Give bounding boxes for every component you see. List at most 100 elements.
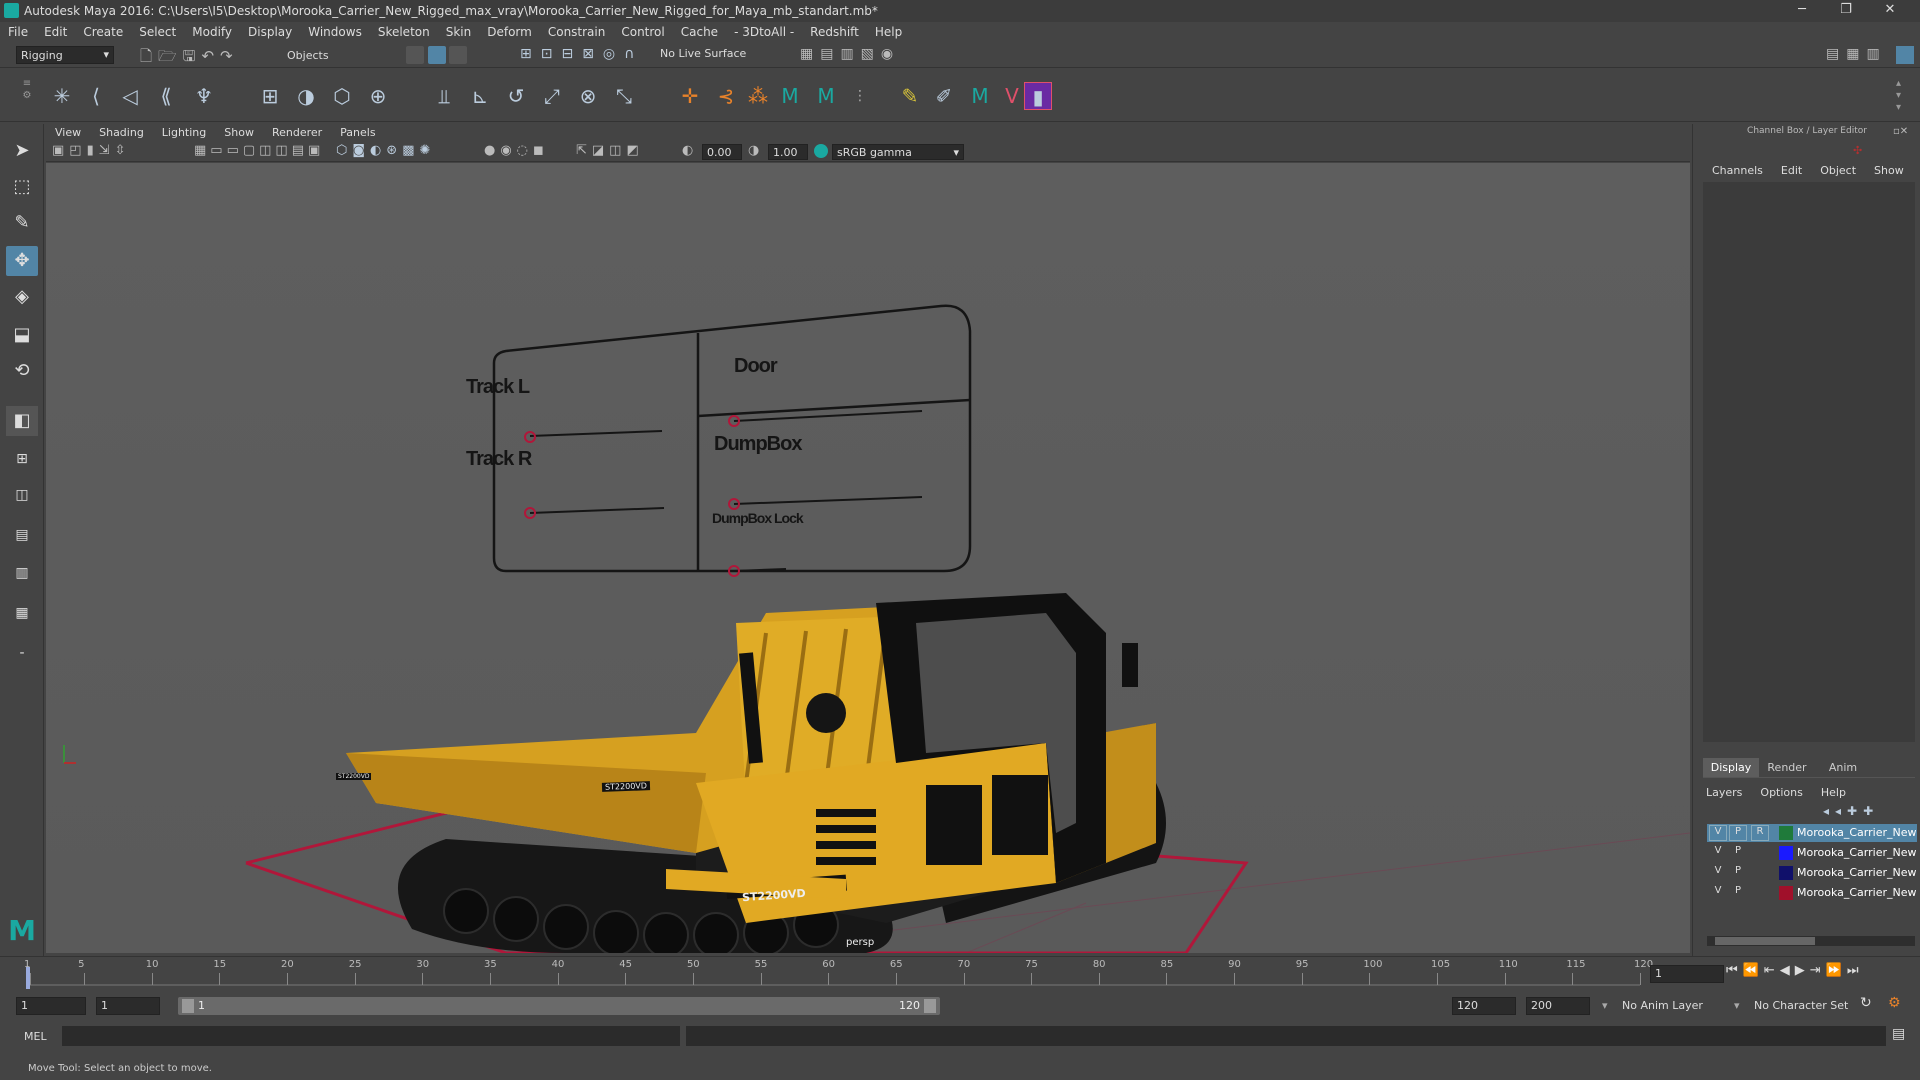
playback-start-field[interactable]: 1	[96, 997, 160, 1015]
playback-end-field[interactable]: 120	[1452, 997, 1516, 1015]
track-l-handle[interactable]	[524, 431, 536, 443]
layers-menu[interactable]: Layers	[1697, 786, 1751, 799]
menu-set-dropdown[interactable]: Rigging ▾	[16, 46, 114, 64]
menu-skeleton[interactable]: Skeleton	[370, 22, 438, 39]
layer-color-swatch[interactable]	[1779, 826, 1793, 840]
select-component-icon[interactable]	[449, 46, 467, 64]
panel-float-icon[interactable]: ▫✕	[1893, 126, 1908, 137]
constraint-orient-icon[interactable]: ↺	[502, 82, 530, 110]
panel-toggle-icons[interactable]: ▤▦▥	[1826, 46, 1887, 62]
menu-edit[interactable]: Edit	[36, 22, 75, 39]
sculpt-icon[interactable]: ✐	[930, 82, 958, 110]
menu-create[interactable]: Create	[75, 22, 131, 39]
range-slider[interactable]: 1 120	[178, 997, 940, 1015]
layout-two-icon[interactable]: ◫	[6, 480, 38, 510]
hik-icon[interactable]: ⁂	[744, 82, 772, 110]
layer-playback-toggle[interactable]: P	[1729, 845, 1747, 861]
panel-menu-lighting[interactable]: Lighting	[153, 124, 215, 139]
layer-reference-toggle[interactable]: R	[1751, 825, 1769, 841]
ik-fk-icon[interactable]: ⊰	[712, 82, 740, 110]
object-menu[interactable]: Object	[1811, 164, 1865, 177]
layer-name[interactable]: Morooka_Carrier_New	[1797, 886, 1917, 899]
tab-render[interactable]: Render	[1759, 758, 1815, 777]
current-frame-field[interactable]: 1	[1650, 965, 1724, 983]
command-input[interactable]	[62, 1026, 680, 1046]
paint-weights-icon[interactable]: ◑	[292, 82, 320, 110]
anim-start-field[interactable]: 1	[16, 997, 86, 1015]
constraint-scale-icon[interactable]: ⤢	[538, 82, 566, 110]
render-view-icon[interactable]: ▮	[1024, 82, 1052, 110]
shelf-options-icon[interactable]: ≡ ⚙	[20, 78, 34, 114]
layer-scroll-thumb[interactable]	[1715, 937, 1815, 945]
maya-icon-1[interactable]: M	[776, 82, 804, 110]
mel-label[interactable]: MEL	[24, 1030, 47, 1043]
color-management-icon[interactable]	[814, 144, 828, 158]
last-tool-icon[interactable]: ⟲	[6, 356, 38, 386]
close-button[interactable]: ✕	[1870, 2, 1910, 20]
layer-color-swatch[interactable]	[1779, 866, 1793, 880]
layer-visibility-toggle[interactable]: V	[1709, 885, 1727, 901]
menu-skin[interactable]: Skin	[438, 22, 480, 39]
constraint-parent-icon[interactable]: ⊗	[574, 82, 602, 110]
menu-select[interactable]: Select	[131, 22, 184, 39]
chevron-down-icon[interactable]: ▾	[1734, 999, 1740, 1012]
grid-display-icons[interactable]: ▦▭▭▢◫◫▤▣	[194, 143, 324, 158]
cluster-icon[interactable]: ⊕	[364, 82, 392, 110]
layer-row[interactable]: V P Morooka_Carrier_New	[1707, 864, 1917, 882]
menu-redshift[interactable]: Redshift	[802, 22, 867, 39]
selection-mode-dropdown[interactable]: Objects	[282, 46, 380, 64]
paint-select-icon[interactable]: ✎	[6, 208, 38, 238]
file-icons[interactable]: 🗋🗁🖫↶↷	[140, 46, 239, 71]
constraint-point-icon[interactable]: ⫫	[430, 82, 458, 110]
ik-spline-icon[interactable]: ◁	[116, 82, 144, 110]
menu-modify[interactable]: Modify	[184, 22, 240, 39]
menu-file[interactable]: File	[0, 22, 36, 39]
layout-four-icon[interactable]: ⊞	[6, 444, 38, 474]
rotate-tool-icon[interactable]: ◈	[6, 282, 38, 312]
layer-name[interactable]: Morooka_Carrier_New	[1797, 846, 1917, 859]
move-tool-icon[interactable]: ✥	[6, 246, 38, 276]
layout-single-icon[interactable]: ◧	[6, 406, 38, 436]
lighting-icons[interactable]: ●◉◌◼	[484, 143, 549, 158]
scale-tool-icon[interactable]: ⬓	[6, 320, 38, 350]
show-menu[interactable]: Show	[1865, 164, 1913, 177]
layer-scrollbar[interactable]	[1707, 936, 1915, 946]
tab-anim[interactable]: Anim	[1815, 758, 1871, 777]
range-end-handle[interactable]	[924, 999, 936, 1013]
isolate-icons[interactable]: ⇱◪◫◩	[576, 143, 644, 158]
layer-visibility-toggle[interactable]: V	[1709, 845, 1727, 861]
layer-row[interactable]: V P Morooka_Carrier_New	[1707, 844, 1917, 862]
layer-playback-toggle[interactable]: P	[1729, 885, 1747, 901]
exposure-field[interactable]: 0.00	[702, 144, 742, 160]
layer-row[interactable]: V P R Morooka_Carrier_New	[1707, 824, 1917, 842]
edit-menu[interactable]: Edit	[1772, 164, 1811, 177]
channel-box-toggle-icon[interactable]	[1896, 46, 1914, 64]
constraint-aim-icon[interactable]: ⊾	[466, 82, 494, 110]
select-mask-icons[interactable]	[406, 46, 470, 64]
options-menu[interactable]: Options	[1751, 786, 1811, 799]
select-object-icon[interactable]	[427, 46, 446, 64]
layer-visibility-toggle[interactable]: V	[1709, 825, 1727, 841]
layer-visibility-toggle[interactable]: V	[1709, 865, 1727, 881]
panel-menu-view[interactable]: View	[46, 124, 90, 139]
menu-windows[interactable]: Windows	[300, 22, 370, 39]
range-start-handle[interactable]	[182, 999, 194, 1013]
layout-more-icon[interactable]: -	[6, 638, 38, 668]
camera-icons[interactable]: ▣◰▮⇲⇳	[52, 143, 131, 158]
live-surface-label[interactable]: No Live Surface	[660, 47, 746, 60]
layout-outliner-icon[interactable]: ▤	[6, 520, 38, 550]
color-space-dropdown[interactable]: sRGB gamma ▾	[832, 144, 964, 160]
auto-key-icon[interactable]: ↻	[1860, 995, 1872, 1011]
chevron-down-icon[interactable]: ▾	[1602, 999, 1608, 1012]
tab-display[interactable]: Display	[1703, 758, 1759, 777]
character-set-dropdown[interactable]: No Character Set	[1754, 999, 1848, 1012]
layout-graph-icon[interactable]: ▥	[6, 558, 38, 588]
anim-layer-dropdown[interactable]: No Anim Layer	[1622, 999, 1703, 1012]
menu-cache[interactable]: Cache	[673, 22, 726, 39]
playback-controls[interactable]: ⏮⏪⇤◀▶⇥⏩⏭	[1726, 963, 1864, 978]
insert-joint-icon[interactable]: ⟪	[152, 82, 180, 110]
layer-help-menu[interactable]: Help	[1812, 786, 1855, 799]
layer-color-swatch[interactable]	[1779, 846, 1793, 860]
time-slider[interactable]: 1 5 10 15 20 25 30 35 40 45 50 55 60 65 70 75 80 85 90 95 10…	[0, 956, 1920, 990]
layer-playback-toggle[interactable]: P	[1729, 865, 1747, 881]
